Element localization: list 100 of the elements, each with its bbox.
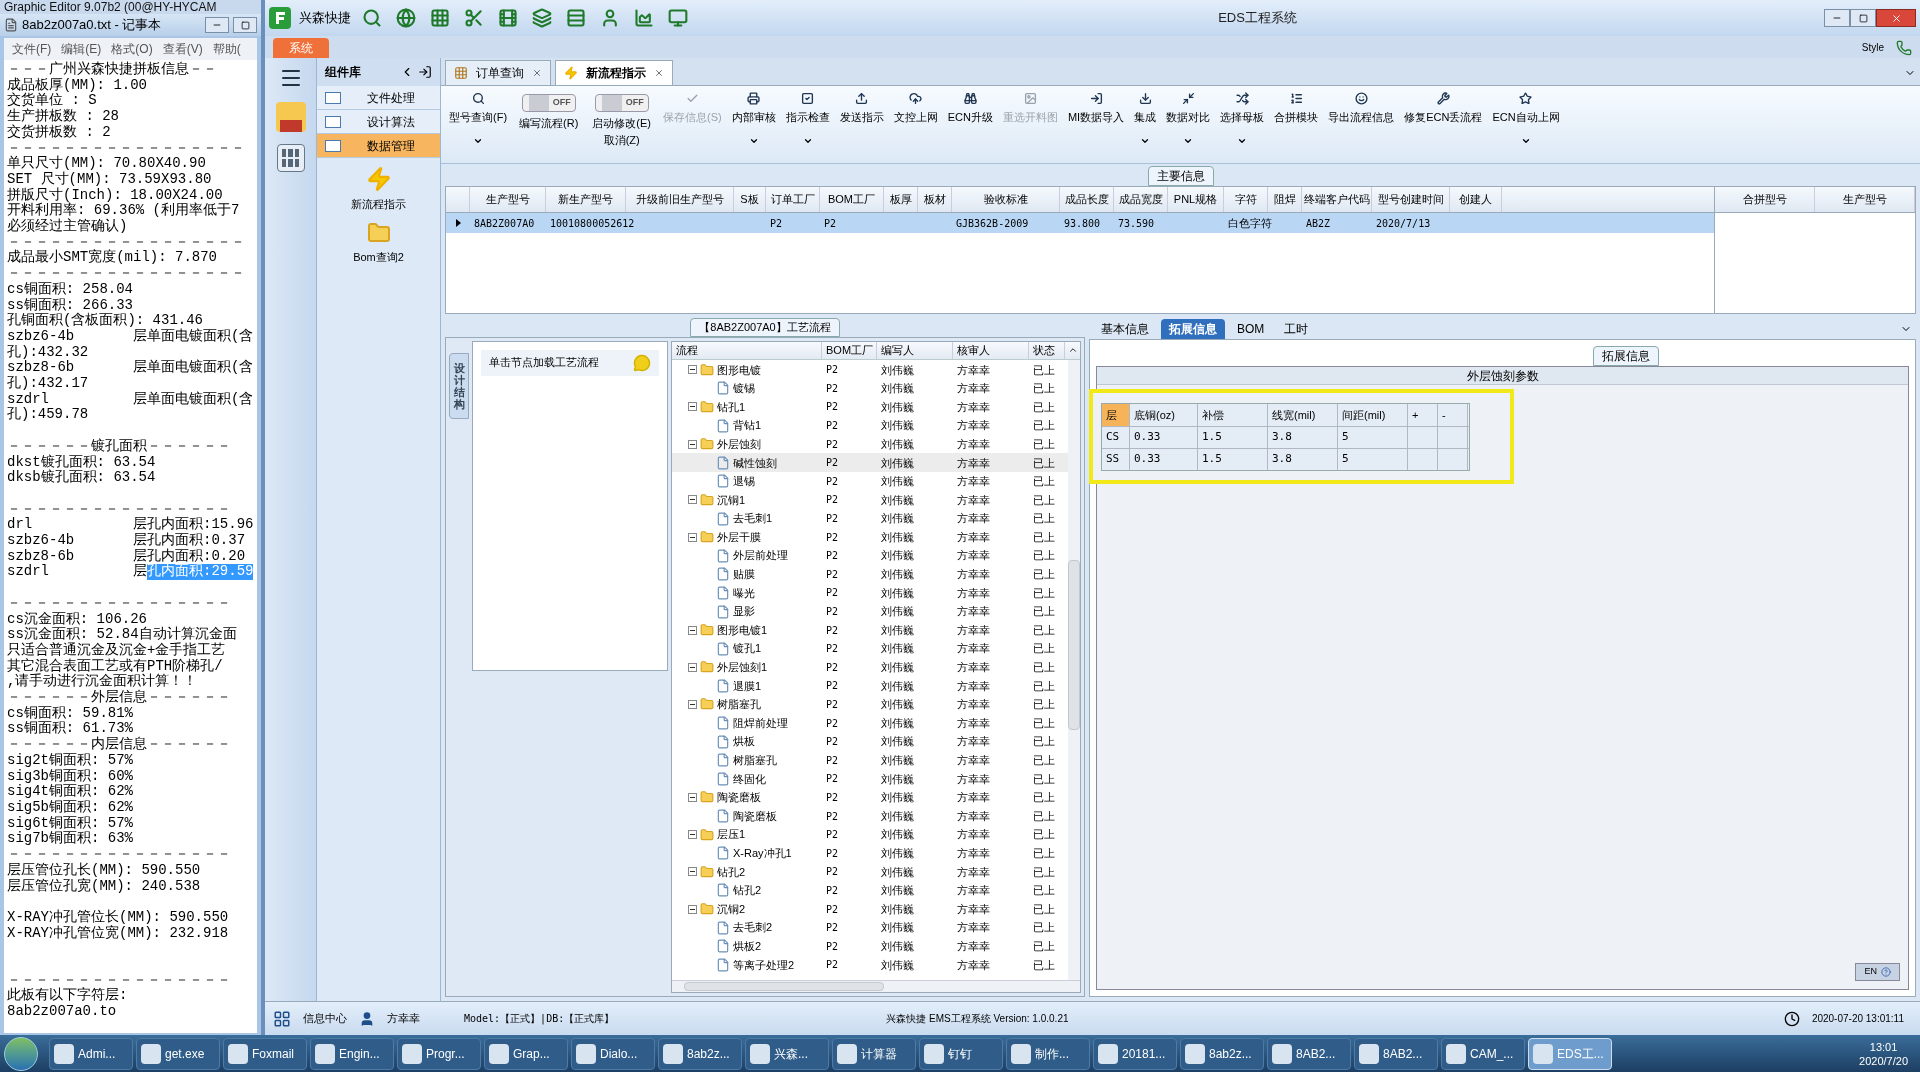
column-header[interactable]: 生产型号 [470,187,546,212]
collapse-toggle[interactable] [688,402,697,412]
tree-row[interactable]: 层压1 P2 刘伟巍 方幸幸 已上 [672,825,1068,844]
column-header[interactable]: BOM工厂 [820,187,884,212]
launcher-label[interactable]: 新流程指示 [351,196,406,213]
tree-row[interactable]: 钻孔2 P2 刘伟巍 方幸幸 已上 [672,862,1068,882]
tree-row[interactable]: 钻孔2 P2 刘伟巍 方幸幸 已上 [672,881,1068,900]
column-header[interactable]: 核审人 [953,341,1029,359]
column-header[interactable]: 板厚 [884,187,918,212]
column-header[interactable]: BOM工厂 [822,341,877,359]
table-row[interactable]: 8AB2Z007A0 10010800052612 P2 P2 GJB362B-2009 93.800 73.590 白色字符 AB2Z 2020/7/13 [446,213,1714,233]
menu-item[interactable]: 格式(O) [111,40,153,58]
calculator-icon[interactable] [276,144,305,172]
horizontal-scrollbar[interactable] [672,980,1080,992]
toggle-switch[interactable]: OFF [521,94,576,112]
tab[interactable]: 基本信息 [1093,319,1157,339]
column-header[interactable]: 成品宽度 [1114,187,1168,212]
taskbar-item[interactable]: Foxmail [223,1037,307,1070]
column-header[interactable]: 字符 [1224,187,1268,212]
ribbon-button[interactable]: 合拼模块 [1270,92,1323,146]
tree-row[interactable]: 镀孔1 P2 刘伟巍 方幸幸 已上 [672,639,1068,658]
tree-row[interactable]: 去毛刺1 P2 刘伟巍 方幸幸 已上 [672,509,1068,528]
tab[interactable]: 拓展信息 [1161,319,1225,339]
taskbar-item[interactable]: 钉钉 [919,1037,1003,1070]
column-header[interactable]: 板材 [918,187,952,212]
language-bar[interactable]: EN [1855,963,1900,981]
column-header[interactable]: 阻焊 [1268,187,1302,212]
tree-row[interactable]: 沉铜1 P2 刘伟巍 方幸幸 已上 [672,490,1068,510]
column-header[interactable]: 流程 [672,341,822,359]
collapse-toggle[interactable] [688,439,697,449]
tree-row[interactable]: 陶瓷磨板 P2 刘伟巍 方幸幸 已上 [672,806,1068,826]
collapse-toggle[interactable] [688,365,697,375]
tree-row[interactable]: X-Ray冲孔1 P2 刘伟巍 方幸幸 已上 [672,843,1068,863]
ribbon-button[interactable]: 选择母板 [1216,92,1269,146]
tree-row[interactable]: 外层前处理 P2 刘伟巍 方幸幸 已上 [672,546,1068,566]
document-tab[interactable]: 订单查询 [445,60,551,85]
ribbon-button[interactable]: 发送指示 [835,92,888,146]
tree-row[interactable]: 镀锡 P2 刘伟巍 方幸幸 已上 [672,379,1068,398]
column-header[interactable]: S板 [734,187,766,212]
collapse-toggle[interactable] [688,700,697,709]
column-header[interactable]: 成品长度 [1060,187,1114,212]
toggle-switch[interactable]: OFF [594,94,649,112]
column-header[interactable]: + [1408,404,1438,426]
column-header[interactable]: 层 [1102,404,1130,426]
column-header[interactable]: 线宽(mil) [1268,404,1338,426]
taskbar-item[interactable]: Engin... [310,1037,394,1070]
column-header[interactable]: 间距(mil) [1338,404,1408,426]
scroll-up-icon[interactable] [1067,345,1078,355]
tree-row[interactable]: 树脂塞孔 P2 刘伟巍 方幸幸 已上 [672,750,1068,770]
column-header[interactable]: PNL规格 [1168,187,1224,212]
tree-row[interactable]: 显影 P2 刘伟巍 方幸幸 已上 [672,602,1068,621]
tree-row[interactable]: 树脂塞孔 P2 刘伟巍 方幸幸 已上 [672,695,1068,714]
ribbon-button[interactable]: 数据对比 [1162,92,1215,146]
taskbar-item[interactable]: 兴森... [745,1037,829,1070]
ribbon-button[interactable]: 内部审核 [727,92,780,146]
tree-row[interactable]: 去毛刺2 P2 刘伟巍 方幸幸 已上 [672,918,1068,937]
minimize-button[interactable] [1824,9,1850,27]
taskbar-item[interactable]: 计算器 [832,1037,916,1070]
taskbar-item[interactable]: Progr... [397,1037,481,1070]
ribbon-button[interactable]: ECN自动上网 [1488,92,1564,146]
tree-row[interactable]: 沉铜2 P2 刘伟巍 方幸幸 已上 [672,899,1068,919]
taskbar-item[interactable]: get.exe [136,1037,220,1070]
taskbar-item[interactable]: Dialo... [571,1037,655,1070]
column-header[interactable]: 升级前旧生产型号 [626,187,734,212]
pin-icon[interactable] [418,65,432,79]
side-tab[interactable]: 设计结构 [449,352,469,419]
taskbar-item[interactable]: 20181... [1093,1037,1177,1070]
tab[interactable]: BOM [1229,319,1273,339]
column-header[interactable]: 订单工厂 [766,187,820,212]
collapse-toggle[interactable] [688,904,697,914]
column-header[interactable]: 生产型号 [1815,187,1915,212]
column-header[interactable]: - [1438,404,1468,426]
ribbon-button[interactable]: 修复ECN丢流程 [1400,92,1487,146]
sidebar-item[interactable]: 数据管理 [317,134,440,158]
column-header[interactable]: 创建人 [1450,187,1502,212]
tree-row[interactable]: 烘板 P2 刘伟巍 方幸幸 已上 [672,732,1068,751]
tree-row[interactable]: 外层干膜 P2 刘伟巍 方幸幸 已上 [672,527,1068,547]
collapse-toggle[interactable] [688,495,697,505]
column-header[interactable]: 状态 [1029,341,1065,359]
sidebar-item[interactable]: 设计算法 [317,110,440,134]
taskbar-item[interactable]: Admi... [49,1037,133,1070]
vertical-scrollbar[interactable] [1068,359,1080,980]
tree-row[interactable]: 钻孔1 P2 刘伟巍 方幸幸 已上 [672,397,1068,417]
windows-icon[interactable] [273,1009,291,1028]
ribbon-button[interactable]: 导出流程信息 [1324,92,1399,146]
tree-row[interactable]: 烘板2 P2 刘伟巍 方幸幸 已上 [672,936,1068,956]
taskbar-item[interactable]: 8AB2... [1267,1037,1351,1070]
tab[interactable]: 工时 [1276,319,1317,339]
column-header[interactable]: 验收标准 [952,187,1060,212]
ribbon-button[interactable]: 集成 [1130,92,1161,146]
tree-row[interactable]: 阻焊前处理 P2 刘伟巍 方幸幸 已上 [672,713,1068,733]
column-header[interactable]: 终端客户代码 [1302,187,1372,212]
collapse-toggle[interactable] [688,792,697,802]
tree-row[interactable]: 曝光 P2 刘伟巍 方幸幸 已上 [672,583,1068,603]
start-button[interactable] [4,1036,38,1071]
minimize-button[interactable] [205,17,229,33]
tree-row[interactable]: 图形电镀1 P2 刘伟巍 方幸幸 已上 [672,620,1068,640]
collapse-toggle[interactable] [688,532,697,542]
launcher-label[interactable]: Bom查询2 [353,248,404,265]
menu-item[interactable]: 帮助( [212,40,241,58]
